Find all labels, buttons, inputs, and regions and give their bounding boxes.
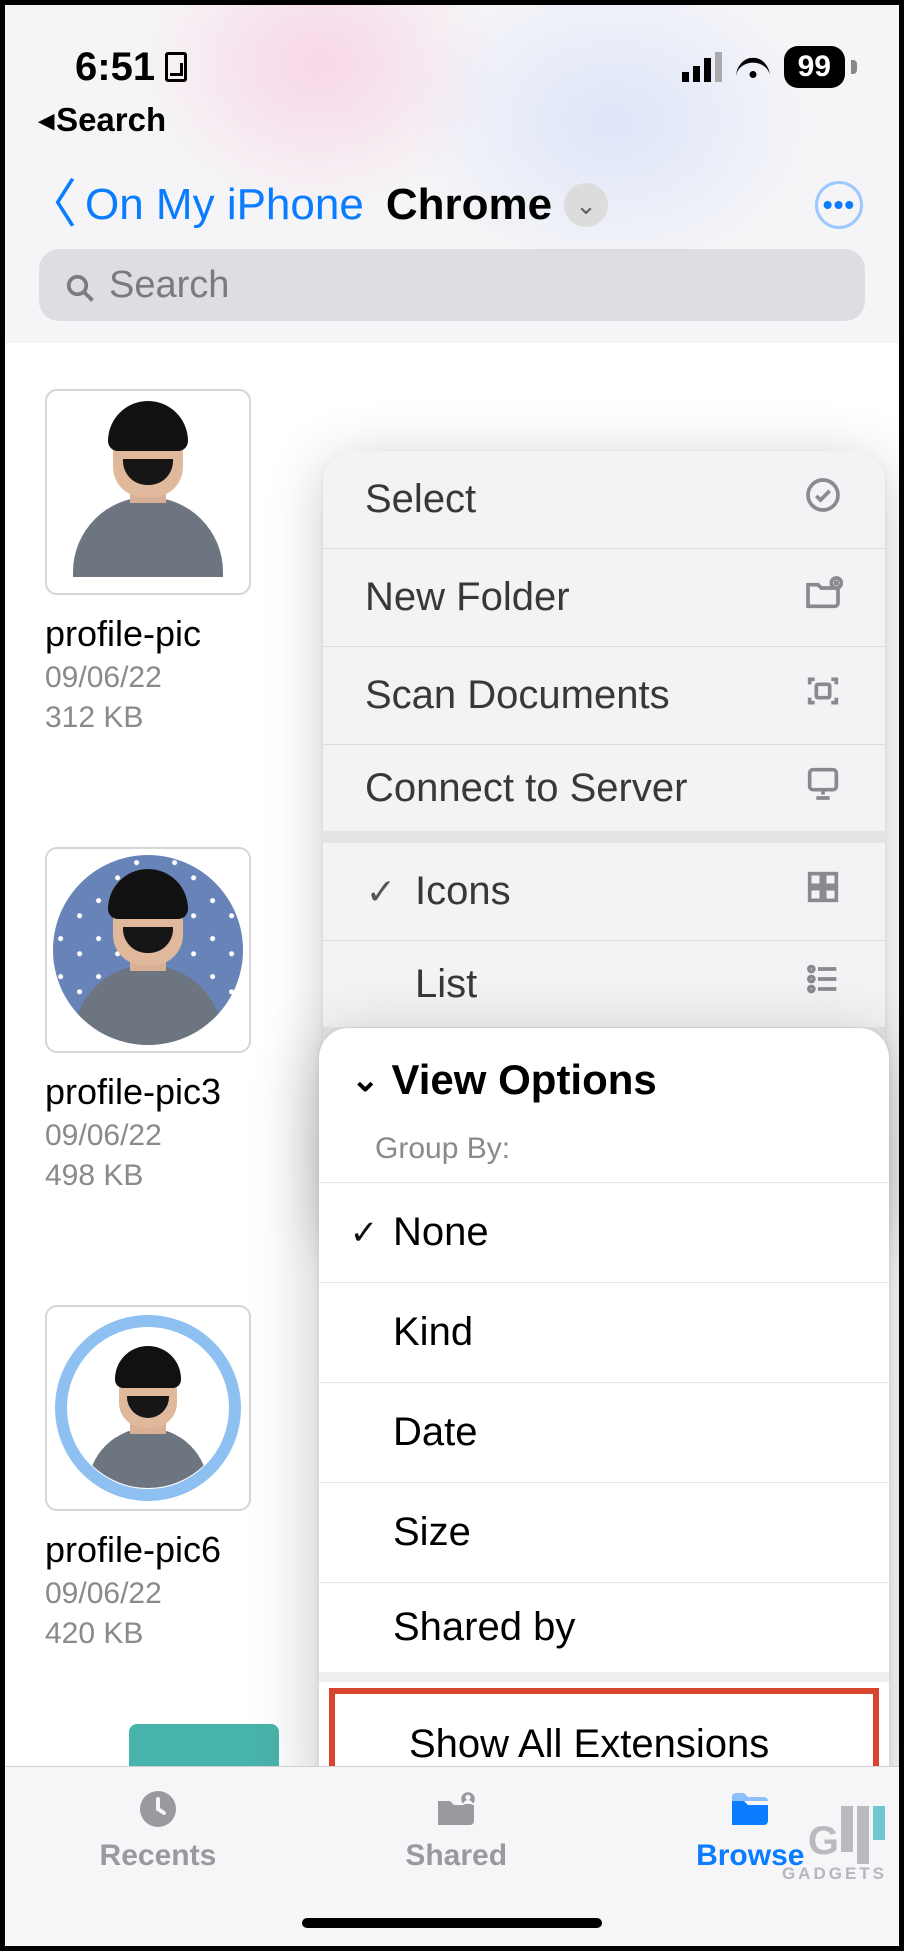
cellular-signal-icon [682, 52, 722, 82]
menu-item-label: Scan Documents [365, 673, 670, 718]
title-dropdown-button[interactable]: ⌄ [564, 183, 608, 227]
folder-plus-icon [803, 573, 843, 623]
menu-item-view-icons[interactable]: ✓ Icons [323, 843, 885, 941]
file-size-label: 312 KB [45, 701, 305, 735]
caret-left-icon: ◂ [39, 103, 54, 138]
file-thumbnail [45, 847, 251, 1053]
menu-item-new-folder[interactable]: New Folder [323, 549, 885, 647]
menu-item-label: None [393, 1210, 489, 1255]
page-title: Chrome [386, 180, 552, 230]
back-to-app-label: Search [56, 101, 166, 139]
nav-back-label: On My iPhone [85, 180, 364, 230]
view-options-title: View Options [392, 1056, 657, 1104]
file-thumbnail-peek [129, 1724, 279, 1766]
search-input[interactable]: Search [39, 249, 865, 321]
menu-item-label: New Folder [365, 575, 570, 620]
privacy-indicator-icon [165, 52, 187, 82]
file-item[interactable]: profile-pic6 09/06/22 420 KB [45, 1305, 305, 1651]
nav-back-button[interactable]: 〈 On My iPhone [25, 179, 364, 231]
chevron-down-icon: ⌄ [351, 1060, 380, 1100]
file-date-label: 09/06/22 [45, 1577, 305, 1611]
menu-item-label: Kind [393, 1310, 473, 1355]
server-icon [803, 763, 843, 813]
file-item[interactable]: profile-pic 09/06/22 312 KB [45, 389, 305, 735]
file-name-label: profile-pic6 [45, 1529, 305, 1571]
back-to-app-button[interactable]: ◂ Search [5, 101, 899, 149]
group-by-shared-by[interactable]: Shared by [319, 1582, 889, 1682]
menu-item-label: Icons [415, 869, 511, 914]
folder-shared-icon [428, 1785, 484, 1833]
watermark-logo: G GADGETS [808, 1806, 889, 1864]
tab-label: Recents [100, 1839, 217, 1873]
folder-icon [722, 1785, 778, 1833]
chevron-left-icon: 〈 [25, 179, 77, 231]
tab-shared[interactable]: Shared [405, 1785, 507, 1873]
chevron-down-icon: ⌄ [575, 190, 597, 221]
view-options-header[interactable]: ⌄ View Options [319, 1028, 889, 1126]
file-size-label: 498 KB [45, 1159, 305, 1193]
battery-percent: 99 [784, 46, 845, 88]
group-by-size[interactable]: Size [319, 1482, 889, 1582]
menu-item-label: Show All Extensions [409, 1722, 769, 1767]
group-by-date[interactable]: Date [319, 1382, 889, 1482]
watermark-subtext: GADGETS [782, 1864, 887, 1884]
menu-item-label: Select [365, 477, 476, 522]
file-date-label: 09/06/22 [45, 1119, 305, 1153]
file-thumbnail [45, 1305, 251, 1511]
group-by-label: Group By: [319, 1126, 889, 1182]
menu-item-label: Date [393, 1410, 478, 1455]
battery-indicator: 99 [784, 46, 857, 88]
menu-item-connect-to-server[interactable]: Connect to Server [323, 745, 885, 843]
checkmark-icon: ✓ [365, 871, 397, 913]
grid-icon [803, 867, 843, 917]
navigation-bar: 〈 On My iPhone Chrome ⌄ ••• [5, 149, 899, 249]
search-placeholder: Search [109, 264, 229, 307]
tab-recents[interactable]: Recents [100, 1785, 217, 1873]
group-by-none[interactable]: ✓ None [319, 1182, 889, 1282]
menu-item-label: Shared by [393, 1605, 575, 1650]
status-time: 6:51 [75, 45, 155, 90]
tab-label: Shared [405, 1839, 507, 1873]
menu-item-label: Connect to Server [365, 766, 687, 811]
ellipsis-icon: ••• [823, 189, 855, 221]
file-name-label: profile-pic [45, 613, 305, 655]
menu-item-view-list[interactable]: List [323, 941, 885, 1039]
checkmark-icon: ✓ [349, 1213, 379, 1253]
menu-item-scan-documents[interactable]: Scan Documents [323, 647, 885, 745]
view-options-menu: ⌄ View Options Group By: ✓ None Kind Date… [319, 1028, 889, 1814]
file-name-label: profile-pic3 [45, 1071, 305, 1113]
home-indicator[interactable] [302, 1918, 602, 1928]
tab-bar: Recents Shared Browse [5, 1766, 899, 1946]
more-options-button[interactable]: ••• [815, 181, 863, 229]
menu-item-label: List [415, 962, 477, 1007]
list-icon [803, 959, 843, 1009]
scan-icon [803, 671, 843, 721]
menu-item-label: Size [393, 1510, 471, 1555]
file-size-label: 420 KB [45, 1617, 305, 1651]
menu-item-select[interactable]: Select [323, 451, 885, 549]
clock-icon [130, 1785, 186, 1833]
file-item[interactable]: profile-pic3 09/06/22 498 KB [45, 847, 305, 1193]
checkmark-circle-icon [803, 475, 843, 525]
group-by-kind[interactable]: Kind [319, 1282, 889, 1382]
file-date-label: 09/06/22 [45, 661, 305, 695]
wifi-icon [736, 52, 770, 82]
search-icon [65, 270, 95, 300]
file-thumbnail [45, 389, 251, 595]
status-bar: 6:51 99 [5, 5, 899, 101]
tab-browse[interactable]: Browse [696, 1785, 804, 1873]
